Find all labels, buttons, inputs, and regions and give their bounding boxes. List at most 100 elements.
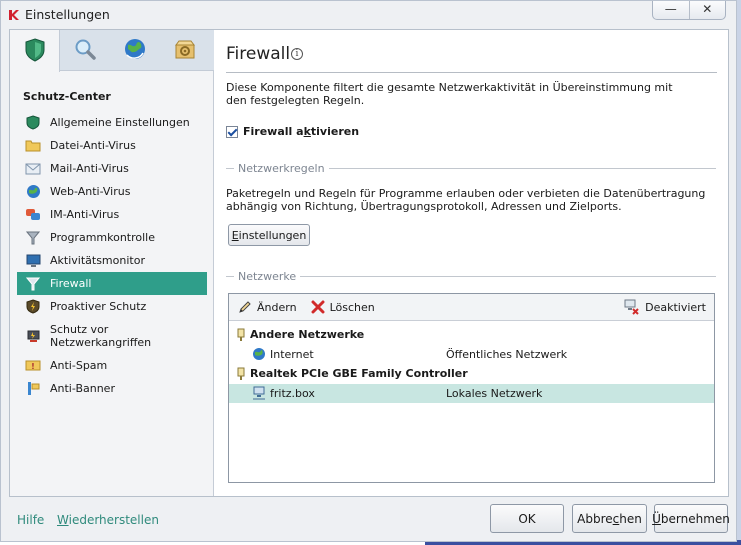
firewall-enable-checkbox[interactable]: [226, 125, 238, 138]
folder-icon: [25, 138, 41, 154]
network-type: Lokales Netzwerk: [446, 386, 543, 400]
networks-toolbar: Ändern Löschen Deaktiviert: [229, 294, 714, 321]
component-description: Diese Komponente filtert die gesamte Net…: [226, 81, 673, 107]
sidebar-item-aktivitaetsmonitor[interactable]: Aktivitätsmonitor: [17, 249, 207, 272]
sidebar-item-programmkontrolle[interactable]: Programmkontrolle: [17, 226, 207, 249]
settings-button[interactable]: Einstellungen: [228, 224, 310, 246]
kaspersky-logo-icon: [8, 9, 20, 21]
sidebar-item-web-anti-virus[interactable]: Web-Anti-Virus: [17, 180, 207, 203]
sidebar-item-firewall[interactable]: Firewall: [17, 272, 207, 295]
sidebar-item-anti-banner[interactable]: Anti-Banner: [17, 377, 207, 400]
sidebar-item-label: IM-Anti-Virus: [50, 208, 120, 221]
rules-group-title: Netzwerkregeln: [238, 162, 325, 175]
globe-icon: [252, 347, 266, 361]
pencil-icon: [238, 300, 252, 314]
sidebar-item-proaktiver-schutz[interactable]: Proaktiver Schutz: [17, 295, 207, 318]
shield-icon: [25, 115, 41, 131]
firewall-icon: [25, 276, 41, 292]
deactivated-label: Deaktiviert: [645, 300, 706, 314]
mail-icon: [25, 161, 41, 177]
networks-group-title: Netzwerke: [238, 270, 297, 283]
rules-group-label: Netzwerkregeln: [226, 162, 716, 175]
window-title: Einstellungen: [25, 7, 110, 22]
category-tabs: [10, 30, 214, 72]
group-rule: [226, 168, 234, 169]
page-title: Firewall: [226, 44, 291, 64]
sidebar-item-anti-spam[interactable]: ! Anti-Spam: [17, 354, 207, 377]
tab-update[interactable]: [110, 30, 160, 71]
deactivated-network-button[interactable]: Deaktiviert: [623, 299, 706, 315]
help-link[interactable]: Hilfe: [17, 513, 44, 527]
sidebar-nav: Allgemeine Einstellungen Datei-Anti-Viru…: [17, 111, 207, 400]
group-rule: [300, 276, 716, 277]
sidebar-item-label: Anti-Banner: [50, 382, 115, 395]
button-label: bernehmen: [660, 511, 730, 526]
network-group-name: Realtek PCIe GBE Family Controller: [250, 367, 468, 381]
sidebar-item-label: Programmkontrolle: [50, 231, 156, 244]
sidebar-item-label: Mail-Anti-Virus: [50, 162, 129, 175]
edit-network-button[interactable]: Ändern: [238, 300, 297, 314]
filter-icon: [25, 230, 41, 246]
network-type: Öffentliches Netzwerk: [446, 347, 568, 361]
sidebar-heading: Schutz-Center: [23, 90, 111, 103]
tab-protection[interactable]: [10, 30, 60, 72]
firewall-enable-row[interactable]: Firewall aktivieren: [226, 125, 359, 138]
network-rows: Andere Netzwerke Internet Öffentliches N…: [229, 321, 714, 403]
network-attack-icon: [25, 328, 41, 344]
sidebar-item-datei-anti-virus[interactable]: Datei-Anti-Virus: [17, 134, 207, 157]
label-accel: k: [303, 125, 311, 138]
sidebar-item-allgemeine-einstellungen[interactable]: Allgemeine Einstellungen: [17, 111, 207, 134]
close-button[interactable]: ✕: [688, 1, 726, 19]
network-item-row-selected[interactable]: fritz.box Lokales Netzwerk: [229, 383, 714, 403]
ok-button[interactable]: OK: [490, 504, 564, 533]
button-label: instellungen: [238, 228, 307, 242]
sidebar-item-label: Schutz vor Netzwerkangriffen: [50, 323, 152, 349]
sidebar-item-label: Firewall: [50, 277, 92, 290]
sidebar-item-label: Allgemeine Einstellungen: [50, 116, 190, 129]
content-area: Schutz-Center Allgemeine Einstellungen D…: [9, 29, 729, 497]
info-icon[interactable]: i: [291, 48, 303, 60]
svg-text:!: !: [31, 362, 35, 371]
network-item-row[interactable]: Internet Öffentliches Netzwerk: [229, 345, 714, 365]
sidebar-item-label: Web-Anti-Virus: [50, 185, 131, 198]
main-pane: Firewall i Diese Komponente filtert die …: [215, 30, 728, 496]
button-label: Abbre: [577, 511, 613, 526]
sidebar-item-label: Datei-Anti-Virus: [50, 139, 136, 152]
magnifier-icon: [73, 37, 97, 64]
chat-icon: [25, 207, 41, 223]
globe-update-icon: [123, 37, 147, 64]
globe-icon: [25, 184, 41, 200]
apply-button[interactable]: Übernehmen: [652, 504, 730, 533]
sidebar-item-mail-anti-virus[interactable]: Mail-Anti-Virus: [17, 157, 207, 180]
sidebar-item-im-anti-virus[interactable]: IM-Anti-Virus: [17, 203, 207, 226]
tab-settings[interactable]: [160, 30, 210, 71]
tab-scan[interactable]: [60, 30, 110, 71]
button-accel: Ü: [652, 511, 661, 526]
network-group-row[interactable]: Andere Netzwerke: [229, 325, 714, 345]
minimize-button[interactable]: —: [653, 1, 689, 19]
edit-label: Ändern: [257, 300, 297, 314]
rules-description: Paketregeln und Regeln für Programme erl…: [226, 187, 706, 213]
firewall-enable-label: Firewall aktivieren: [243, 125, 359, 138]
lightning-shield-icon: [25, 299, 41, 315]
network-group-row[interactable]: Realtek PCIe GBE Family Controller: [229, 364, 714, 384]
network-name: Internet: [270, 347, 314, 361]
restore-link[interactable]: Wiederherstellen: [57, 513, 159, 527]
group-rule: [328, 168, 716, 169]
spam-icon: !: [25, 358, 41, 374]
network-adapter-icon: [236, 328, 246, 342]
monitor-icon: [25, 253, 41, 269]
button-accel: E: [231, 228, 239, 242]
title-divider: [226, 72, 717, 73]
cancel-button[interactable]: Abbre c hen: [572, 504, 647, 533]
settings-window: Einstellungen — ✕ Schutz-Center Allgemei…: [0, 0, 737, 542]
titlebar: Einstellungen — ✕: [1, 1, 736, 29]
network-name: fritz.box: [270, 386, 315, 400]
delete-network-button[interactable]: Löschen: [311, 300, 375, 314]
network-group-name: Andere Netzwerke: [250, 328, 365, 342]
network-adapter-icon: [236, 367, 246, 381]
sidebar-item-schutz-vor-netzwerkangriffen[interactable]: Schutz vor Netzwerkangriffen: [17, 318, 207, 354]
lan-icon: [252, 386, 266, 400]
sidebar-item-label: Aktivitätsmonitor: [50, 254, 145, 267]
settings-box-icon: [173, 37, 197, 64]
